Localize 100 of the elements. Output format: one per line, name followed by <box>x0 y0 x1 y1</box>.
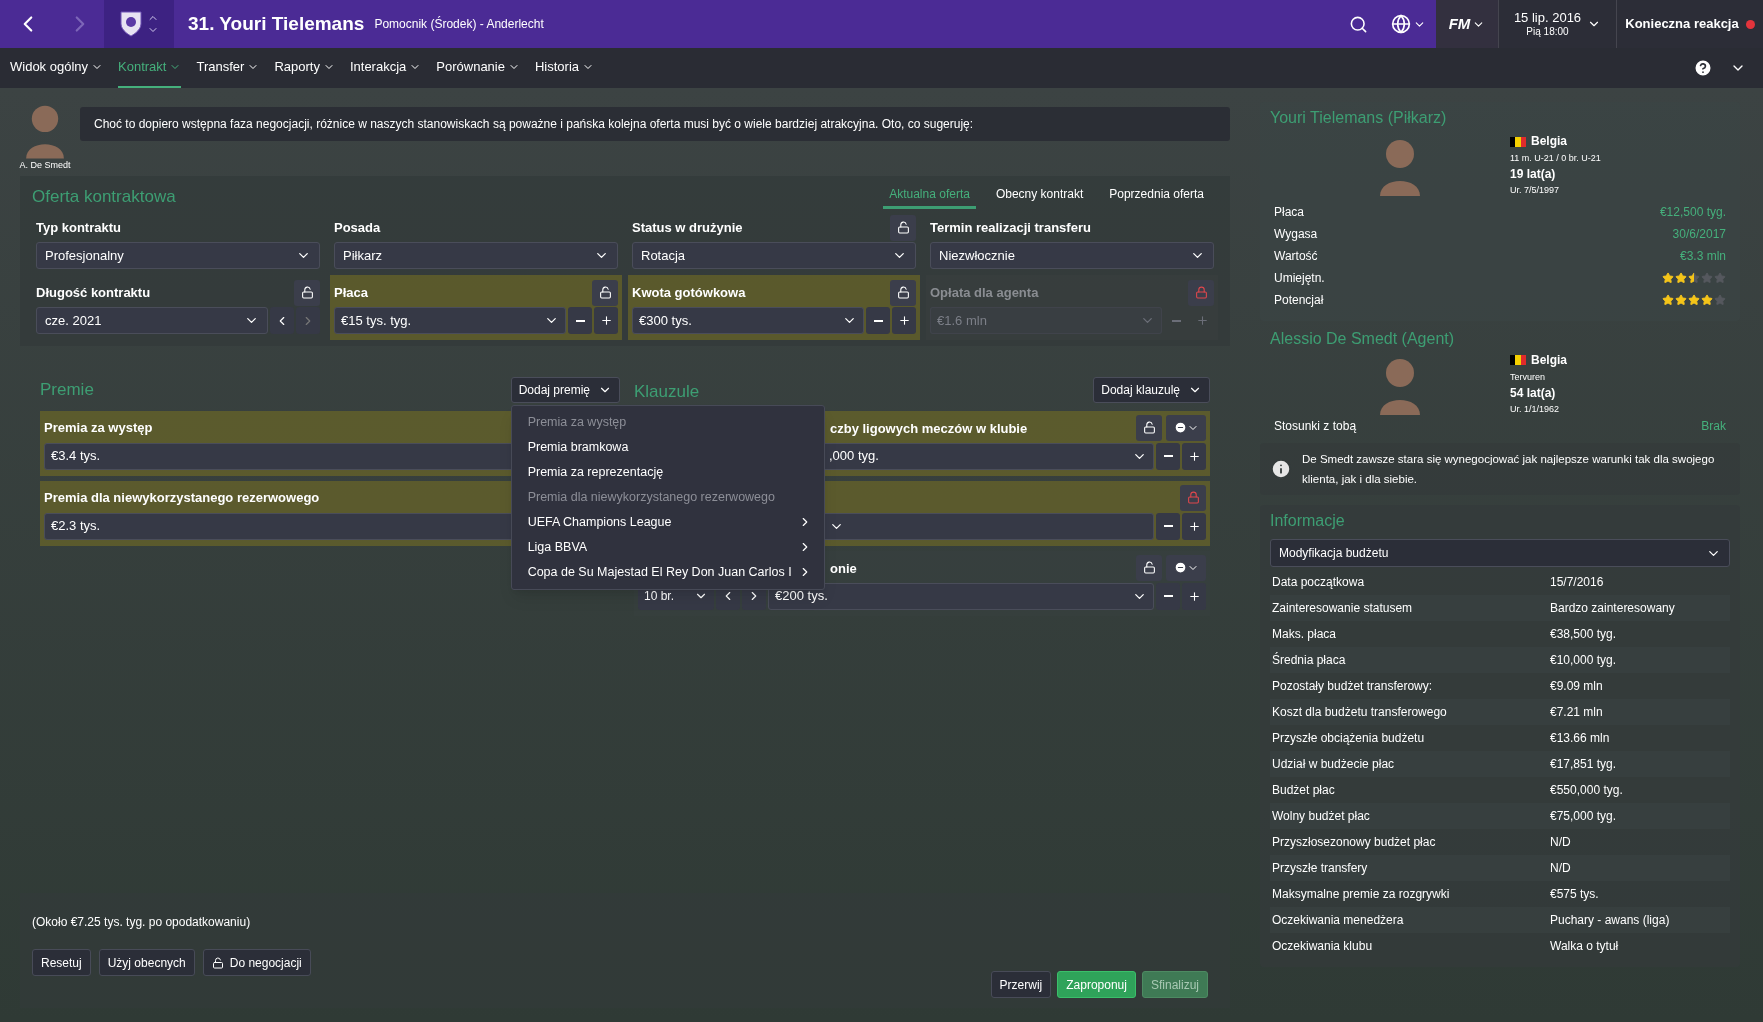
add-clause-button[interactable]: Dodaj klauzulę <box>1093 376 1210 403</box>
info-icon <box>1270 458 1292 480</box>
offer-tab[interactable]: Aktualna oferta <box>883 184 976 209</box>
nationality: Belgia <box>1531 134 1567 149</box>
decrease-button[interactable] <box>568 307 592 334</box>
stat-label: Umiejętn. <box>1274 269 1325 287</box>
select-field[interactable]: Modyfikacja budżetu <box>1270 539 1730 567</box>
menu-item[interactable]: Copa de Su Majestad El Rey Don Juan Carlos I <box>511 559 824 585</box>
info-value: €575 tys. <box>1550 886 1600 903</box>
info-label: Udział w budżecie płac <box>1271 756 1396 773</box>
lock-button[interactable] <box>1136 554 1162 581</box>
amount-field[interactable]: €200 tys. <box>768 582 1154 610</box>
select-field[interactable]: Niezwłocznie <box>930 242 1214 269</box>
offer-tab[interactable]: Poprzednia oferta <box>1103 184 1210 209</box>
previous-button[interactable] <box>270 307 294 334</box>
amount-field[interactable]: €300 tys. <box>632 307 864 334</box>
increase-button[interactable] <box>1182 582 1206 610</box>
select-field[interactable]: Piłkarz <box>334 242 618 269</box>
club-selector[interactable] <box>104 0 174 48</box>
lock-button[interactable] <box>592 279 618 306</box>
section-title: Youri Tielemans (Piłkarz) <box>1270 109 1447 126</box>
field-label: Status w drużynie <box>632 218 743 237</box>
game-menu-button[interactable]: FM <box>1436 0 1498 48</box>
padlock-icon <box>1194 286 1208 299</box>
info-label: Wolny budżet płac <box>1271 808 1371 825</box>
net-wage-note: (Około €7.25 tys. tyg. po opodatkowaniu) <box>32 915 251 929</box>
padlock-icon <box>1186 491 1200 504</box>
increase-button[interactable] <box>892 307 916 334</box>
increase-button[interactable] <box>1182 512 1206 540</box>
star-icon <box>1701 271 1713 284</box>
remove-menu-button[interactable] <box>1166 414 1206 441</box>
star-icon <box>1688 271 1700 284</box>
menu-tab[interactable]: Widok ogólny <box>10 48 104 88</box>
page-subtitle: Pomocnik (Środek) - Anderlecht <box>374 15 544 33</box>
info-value: €38,500 tyg. <box>1550 626 1618 643</box>
action-button[interactable]: Do negocjacji <box>202 949 311 976</box>
city-text: Tervuren <box>1510 371 1546 383</box>
menu-tab[interactable]: Historia <box>534 48 595 88</box>
agent-name: A. De Smedt <box>19 158 71 172</box>
unlocked-padlock-icon <box>211 956 224 969</box>
menu-tab[interactable]: Porównanie <box>436 48 520 88</box>
section-title: Informacje <box>1270 512 1345 529</box>
info-value: €17,851 tyg. <box>1550 756 1618 773</box>
increase-button[interactable] <box>594 307 618 334</box>
stat-value: 30/6/2017 <box>1672 225 1726 243</box>
crest-icon <box>119 10 143 38</box>
info-label: Maksymalne premie za rozgrywki <box>1271 886 1451 903</box>
plus-icon <box>1195 314 1209 327</box>
decrease-button[interactable] <box>866 307 890 334</box>
alert-button[interactable]: Konieczna reakcja <box>1616 0 1763 48</box>
decrease-button[interactable] <box>1156 512 1180 540</box>
field-label: Typ kontraktu <box>36 218 121 237</box>
info-label: Przyszłe obciążenia budżetu <box>1271 730 1426 747</box>
menu-tab[interactable]: Interakcja <box>349 48 422 88</box>
section-title: Klauzule <box>634 380 700 403</box>
date-button[interactable]: 15 lip. 2016 Pią 18:00 <box>1498 0 1616 48</box>
stat-value: €3.3 mln <box>1679 247 1726 265</box>
add-bonus-button[interactable]: Dodaj premię <box>510 376 620 403</box>
action-button[interactable]: Przerwij <box>990 971 1052 998</box>
unlocked-padlock-icon <box>1142 421 1156 434</box>
star-icon <box>1675 271 1687 284</box>
menu-tab[interactable]: Raporty <box>274 48 335 88</box>
lock-button[interactable] <box>294 279 320 306</box>
clause-label: onie <box>830 560 857 576</box>
amount-field[interactable]: €15 tys. tyg. <box>334 307 566 334</box>
plus-icon <box>1187 519 1201 533</box>
select-field[interactable]: Profesjonalny <box>36 242 320 269</box>
minus-circle-icon <box>1173 561 1187 574</box>
plus-icon <box>1187 589 1201 603</box>
increase-button[interactable] <box>1182 442 1206 470</box>
select-field[interactable]: Rotacja <box>632 242 916 269</box>
minus-icon <box>1171 319 1181 322</box>
remove-menu-button[interactable] <box>1166 554 1206 581</box>
help-icon <box>1693 58 1713 78</box>
select-field[interactable]: cze. 2021 <box>36 307 268 334</box>
lock-button[interactable] <box>890 214 916 241</box>
stat-label: Płaca <box>1274 203 1305 221</box>
info-label: Oczekiwania klubu <box>1271 938 1374 955</box>
bonus-label: Premia za występ <box>44 418 153 437</box>
action-button[interactable]: Użyj obecnych <box>98 949 195 976</box>
field-label: Posada <box>334 218 381 237</box>
plus-icon <box>1187 449 1201 463</box>
decrease-button[interactable] <box>1156 442 1180 470</box>
action-button[interactable]: Resetuj <box>32 949 91 976</box>
info-value: Walka o tytuł <box>1550 938 1620 955</box>
minus-circle-icon <box>1173 421 1187 434</box>
unlocked-padlock-icon <box>300 286 314 299</box>
offer-tab[interactable]: Obecny kontrakt <box>989 184 1090 209</box>
lock-button[interactable] <box>890 279 916 306</box>
info-label: Koszt dla budżetu transferowego <box>1271 704 1448 721</box>
time-text: Pią 18:00 <box>1526 25 1569 39</box>
clause-label: czby ligowych meczów w klubie <box>830 420 1028 436</box>
decrease-button[interactable] <box>1156 582 1180 610</box>
menu-tab[interactable]: Transfer <box>196 48 260 88</box>
agent-note: De Smedt zawsze stara się wynegocjować jak najlepsze warunki tak dla swojego klienta, jak i dla siebie. <box>1302 452 1716 487</box>
plus-icon <box>599 314 613 327</box>
field-label: Płaca <box>334 283 368 302</box>
lock-button[interactable] <box>1136 414 1162 441</box>
belgium-flag-icon <box>1510 136 1526 147</box>
info-value: €75,000 tyg. <box>1550 808 1618 825</box>
